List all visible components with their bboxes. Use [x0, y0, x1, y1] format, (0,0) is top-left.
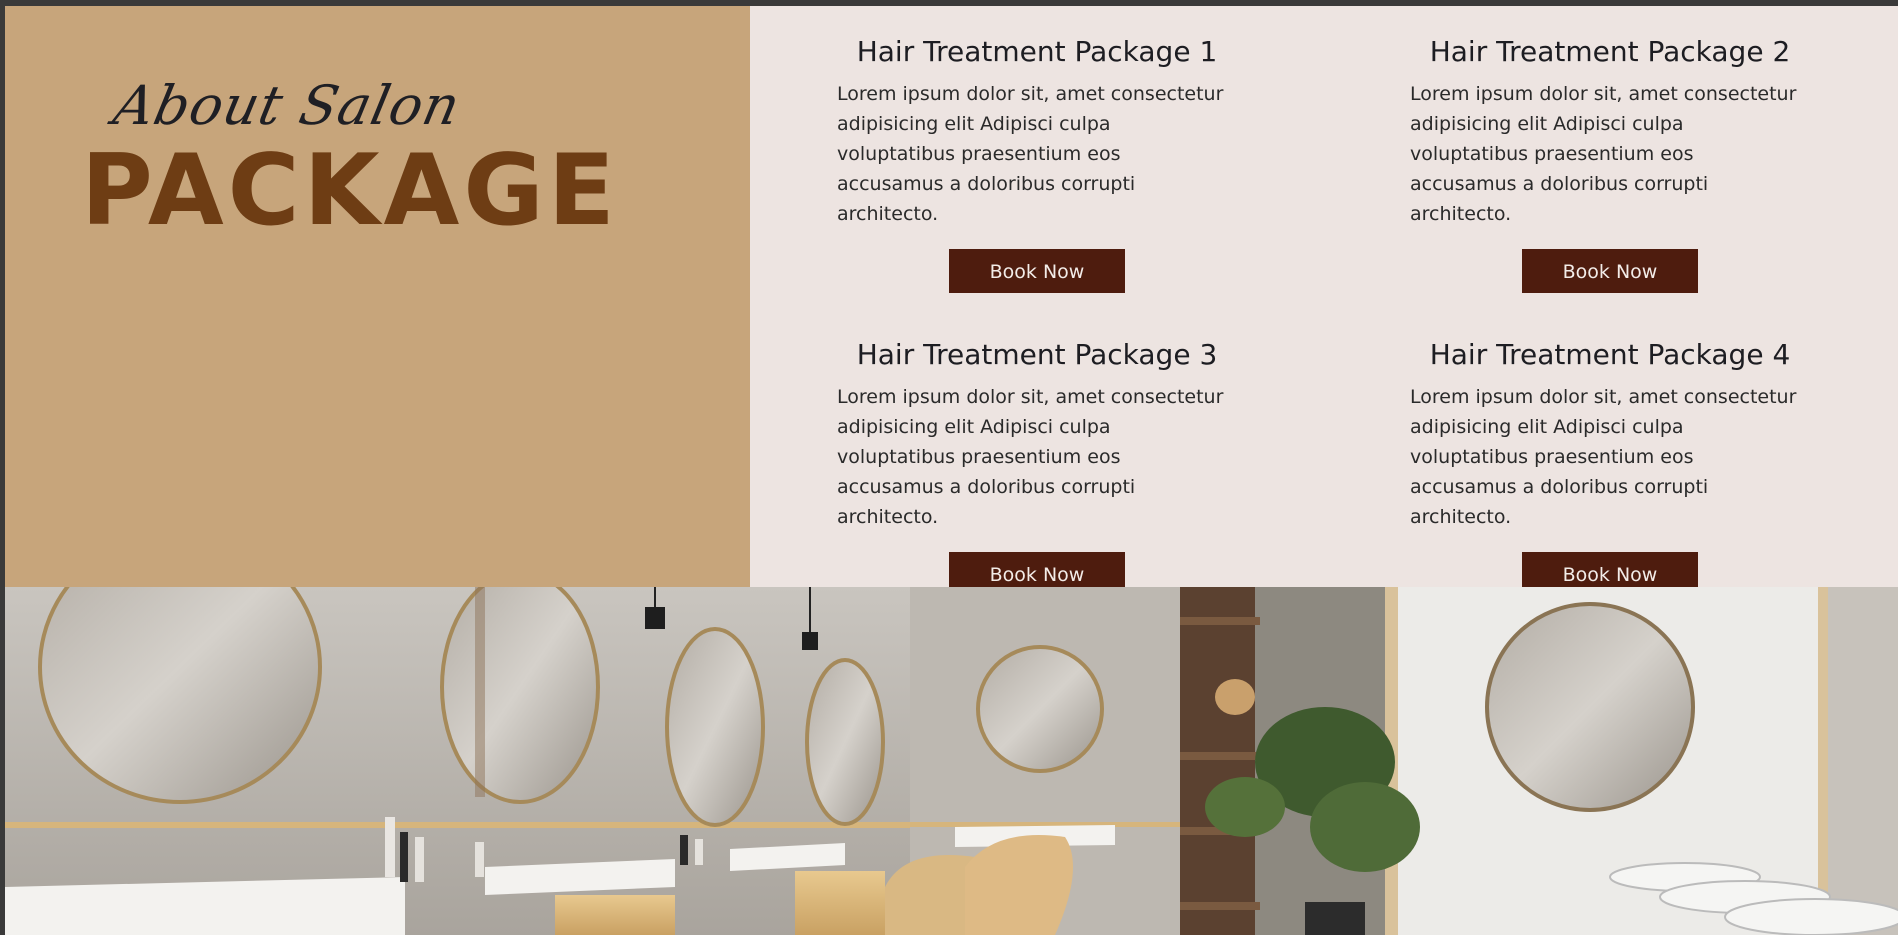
book-now-button-1[interactable]: Book Now [949, 249, 1125, 293]
package-title: Hair Treatment Package 2 [1429, 35, 1791, 68]
about-salon-script-heading: About Salon [108, 74, 467, 137]
page-frame: About Salon PACKAGE Hair Treatment Packa… [5, 6, 1898, 935]
package-card-2: Hair Treatment Package 2 Lorem ipsum dol… [1410, 33, 1810, 293]
book-now-button-2[interactable]: Book Now [1522, 249, 1698, 293]
about-salon-panel: About Salon PACKAGE [5, 6, 750, 587]
package-card-3: Hair Treatment Package 3 Lorem ipsum dol… [837, 336, 1237, 596]
package-description: Lorem ipsum dolor sit, amet consectetur … [1410, 83, 1797, 225]
package-card-1: Hair Treatment Package 1 Lorem ipsum dol… [837, 33, 1237, 293]
packages-panel: Hair Treatment Package 1 Lorem ipsum dol… [750, 6, 1898, 596]
salon-interior-image [5, 587, 1898, 935]
package-title: Hair Treatment Package 1 [856, 35, 1218, 68]
package-card-4: Hair Treatment Package 4 Lorem ipsum dol… [1410, 336, 1810, 596]
package-title: Hair Treatment Package 3 [856, 338, 1218, 371]
package-description: Lorem ipsum dolor sit, amet consectetur … [1410, 386, 1797, 528]
package-title: Hair Treatment Package 4 [1429, 338, 1791, 371]
package-heading: PACKAGE [81, 134, 619, 248]
package-description: Lorem ipsum dolor sit, amet consectetur … [837, 83, 1224, 225]
package-description: Lorem ipsum dolor sit, amet consectetur … [837, 386, 1224, 528]
